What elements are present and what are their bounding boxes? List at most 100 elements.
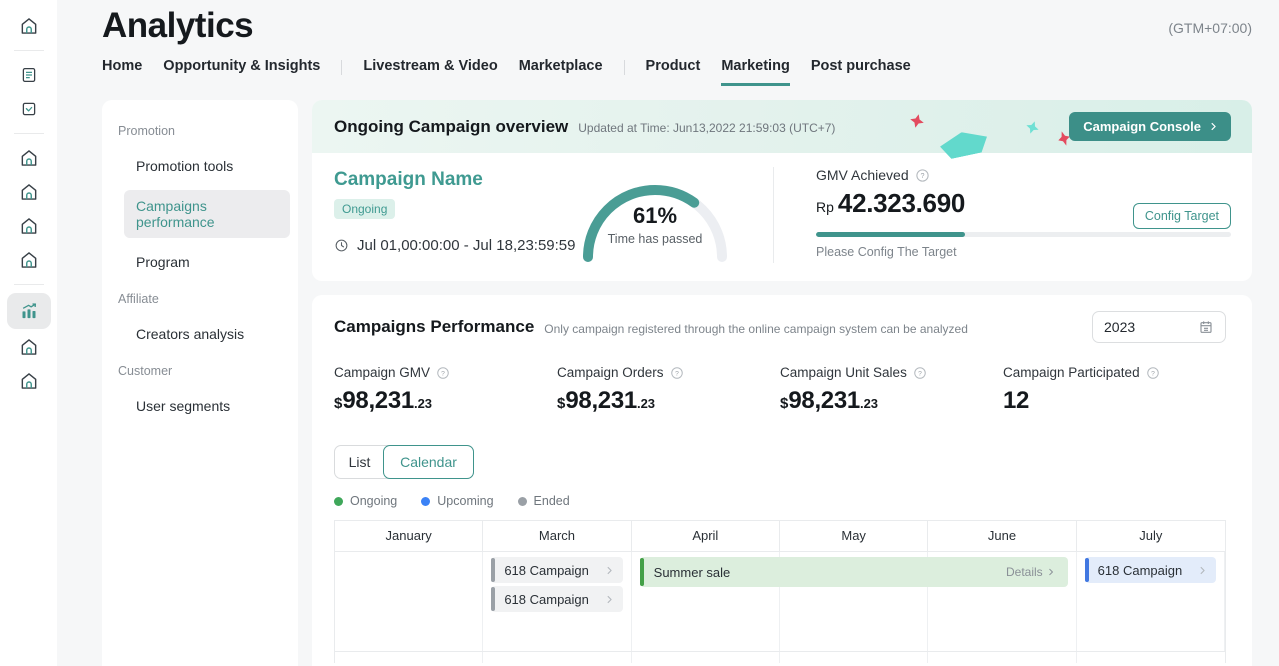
chevron-right-icon (604, 565, 615, 576)
vertical-divider (773, 167, 774, 263)
help-icon[interactable]: ? (436, 366, 450, 380)
config-target-button[interactable]: Config Target (1133, 203, 1231, 229)
menu-item-creators-analysis[interactable]: Creators analysis (124, 318, 290, 350)
ongoing-campaign-overview-card: Ongoing Campaign overview Updated at Tim… (312, 100, 1252, 281)
tab-livestream-video[interactable]: Livestream & Video (363, 58, 497, 86)
view-toggle: List Calendar (334, 445, 474, 479)
svg-text:?: ? (675, 370, 679, 377)
ongoing-dot (334, 497, 343, 506)
chevron-right-icon (1208, 121, 1219, 132)
analytics-icon-active[interactable] (0, 292, 57, 330)
gauge-percent: 61% (570, 203, 740, 229)
tab-marketing[interactable]: Marketing (721, 58, 790, 86)
overview-title: Ongoing Campaign overview (334, 117, 568, 137)
menu-item-campaigns-performance[interactable]: Campaigns performance (124, 190, 290, 238)
tab-post-purchase[interactable]: Post purchase (811, 58, 911, 86)
top-nav-tabs: Home Opportunity & Insights Livestream &… (102, 58, 1252, 86)
gmv-label: GMV Achieved (816, 167, 909, 183)
tab-product[interactable]: Product (646, 58, 701, 86)
home-icon[interactable] (0, 364, 57, 398)
svg-text:?: ? (441, 370, 445, 377)
calendar-body-row: 618 Campaign 618 Campaign Summer sale D (335, 552, 1225, 651)
home-icon[interactable] (0, 175, 57, 209)
menu-section-promotion: Promotion Promotion tools Campaigns perf… (110, 124, 290, 278)
gmv-progress-bar (816, 232, 1231, 237)
side-menu: Promotion Promotion tools Campaigns perf… (102, 100, 298, 666)
campaign-chip-ended[interactable]: 618 Campaign (491, 586, 622, 612)
menu-item-program[interactable]: Program (124, 246, 290, 278)
rail-divider (14, 50, 44, 51)
gauge-label: Time has passed (570, 232, 740, 246)
main-area: Analytics (GTM+07:00) Home Opportunity &… (57, 0, 1279, 666)
campaign-console-label: Campaign Console (1083, 119, 1201, 134)
menu-section-label: Promotion (110, 124, 290, 138)
time-passed-gauge: 61% Time has passed (570, 161, 740, 271)
tab-group-divider (341, 60, 342, 75)
metric-label: Campaign Participated (1003, 365, 1140, 380)
gmv-label-row: GMV Achieved ? (816, 167, 1231, 183)
upcoming-dot (421, 497, 430, 506)
toggle-calendar-button[interactable]: Calendar (383, 445, 474, 479)
rail-divider (14, 133, 44, 134)
tab-home[interactable]: Home (102, 58, 142, 86)
confetti-shape (909, 113, 926, 130)
clipboard-check-icon[interactable] (0, 92, 57, 126)
gauge-text: 61% Time has passed (570, 203, 740, 246)
rail-divider (14, 284, 44, 285)
menu-item-user-segments[interactable]: User segments (124, 390, 290, 422)
overview-body: Campaign Name Ongoing Jul 01,00:00:00 - … (312, 153, 1252, 281)
help-icon[interactable]: ? (1146, 366, 1160, 380)
tab-marketplace[interactable]: Marketplace (519, 58, 603, 86)
menu-item-promotion-tools[interactable]: Promotion tools (124, 150, 290, 182)
campaign-bar-ongoing[interactable]: Summer sale Details (640, 557, 1068, 587)
details-link[interactable]: Details (1006, 565, 1056, 579)
help-icon[interactable]: ? (913, 366, 927, 380)
campaign-console-button[interactable]: Campaign Console (1069, 112, 1231, 141)
overview-banner: Ongoing Campaign overview Updated at Tim… (312, 100, 1252, 153)
status-legend: Ongoing Upcoming Ended (334, 494, 1226, 508)
home-icon[interactable] (0, 243, 57, 277)
gmv-value: 42.323.690 (838, 188, 965, 219)
svg-text:?: ? (920, 172, 924, 180)
metric-value: 12 (1003, 387, 1226, 415)
menu-section-label: Customer (110, 364, 290, 378)
gmv-currency: Rp (816, 199, 834, 215)
app-root: Analytics (GTM+07:00) Home Opportunity &… (0, 0, 1279, 666)
home-icon[interactable] (0, 9, 57, 43)
month-header: March (483, 521, 631, 551)
campaign-name-link[interactable]: Campaign Name (334, 169, 576, 191)
campaign-chip-upcoming[interactable]: 618 Campaign (1085, 557, 1216, 583)
tab-opportunity-insights[interactable]: Opportunity & Insights (163, 58, 320, 86)
metric-campaign-orders: Campaign Orders ? $ 98,231 .23 (557, 365, 780, 415)
document-icon[interactable] (0, 58, 57, 92)
year-selector[interactable]: 2023 (1092, 311, 1226, 343)
metric-campaign-unit-sales: Campaign Unit Sales ? $ 98,231 .23 (780, 365, 1003, 415)
clock-icon (334, 238, 349, 253)
legend-ongoing: Ongoing (334, 494, 397, 508)
calendar-body-row-2 (335, 651, 1225, 663)
campaign-chip-ended[interactable]: 618 Campaign (491, 557, 622, 583)
gmv-achieved-block: GMV Achieved ? Rp 42.323.690 Config Targ… (816, 167, 1231, 259)
home-icon[interactable] (0, 330, 57, 364)
campaigns-performance-card: Campaigns Performance Only campaign regi… (312, 295, 1252, 666)
metric-label: Campaign Unit Sales (780, 365, 907, 380)
chevron-right-icon (1197, 565, 1208, 576)
performance-title: Campaigns Performance (334, 317, 534, 337)
help-icon[interactable]: ? (670, 366, 684, 380)
help-icon[interactable]: ? (915, 168, 930, 183)
tab-group-divider (624, 60, 625, 75)
menu-section-affiliate: Affiliate Creators analysis (110, 292, 290, 350)
home-icon[interactable] (0, 209, 57, 243)
performance-header: Campaigns Performance Only campaign regi… (334, 311, 1226, 343)
home-icon[interactable] (0, 141, 57, 175)
calendar-icon (1198, 319, 1214, 335)
icon-rail (0, 0, 57, 666)
calendar-header-row: January March April May June July (335, 521, 1225, 552)
month-header: July (1077, 521, 1225, 551)
confetti-shape (1024, 119, 1041, 136)
svg-text:?: ? (918, 370, 922, 377)
gmv-progress-fill (816, 232, 965, 237)
campaign-summary: Campaign Name Ongoing Jul 01,00:00:00 - … (334, 169, 576, 254)
right-column: Ongoing Campaign overview Updated at Tim… (312, 100, 1252, 666)
toggle-list-button[interactable]: List (335, 446, 384, 478)
